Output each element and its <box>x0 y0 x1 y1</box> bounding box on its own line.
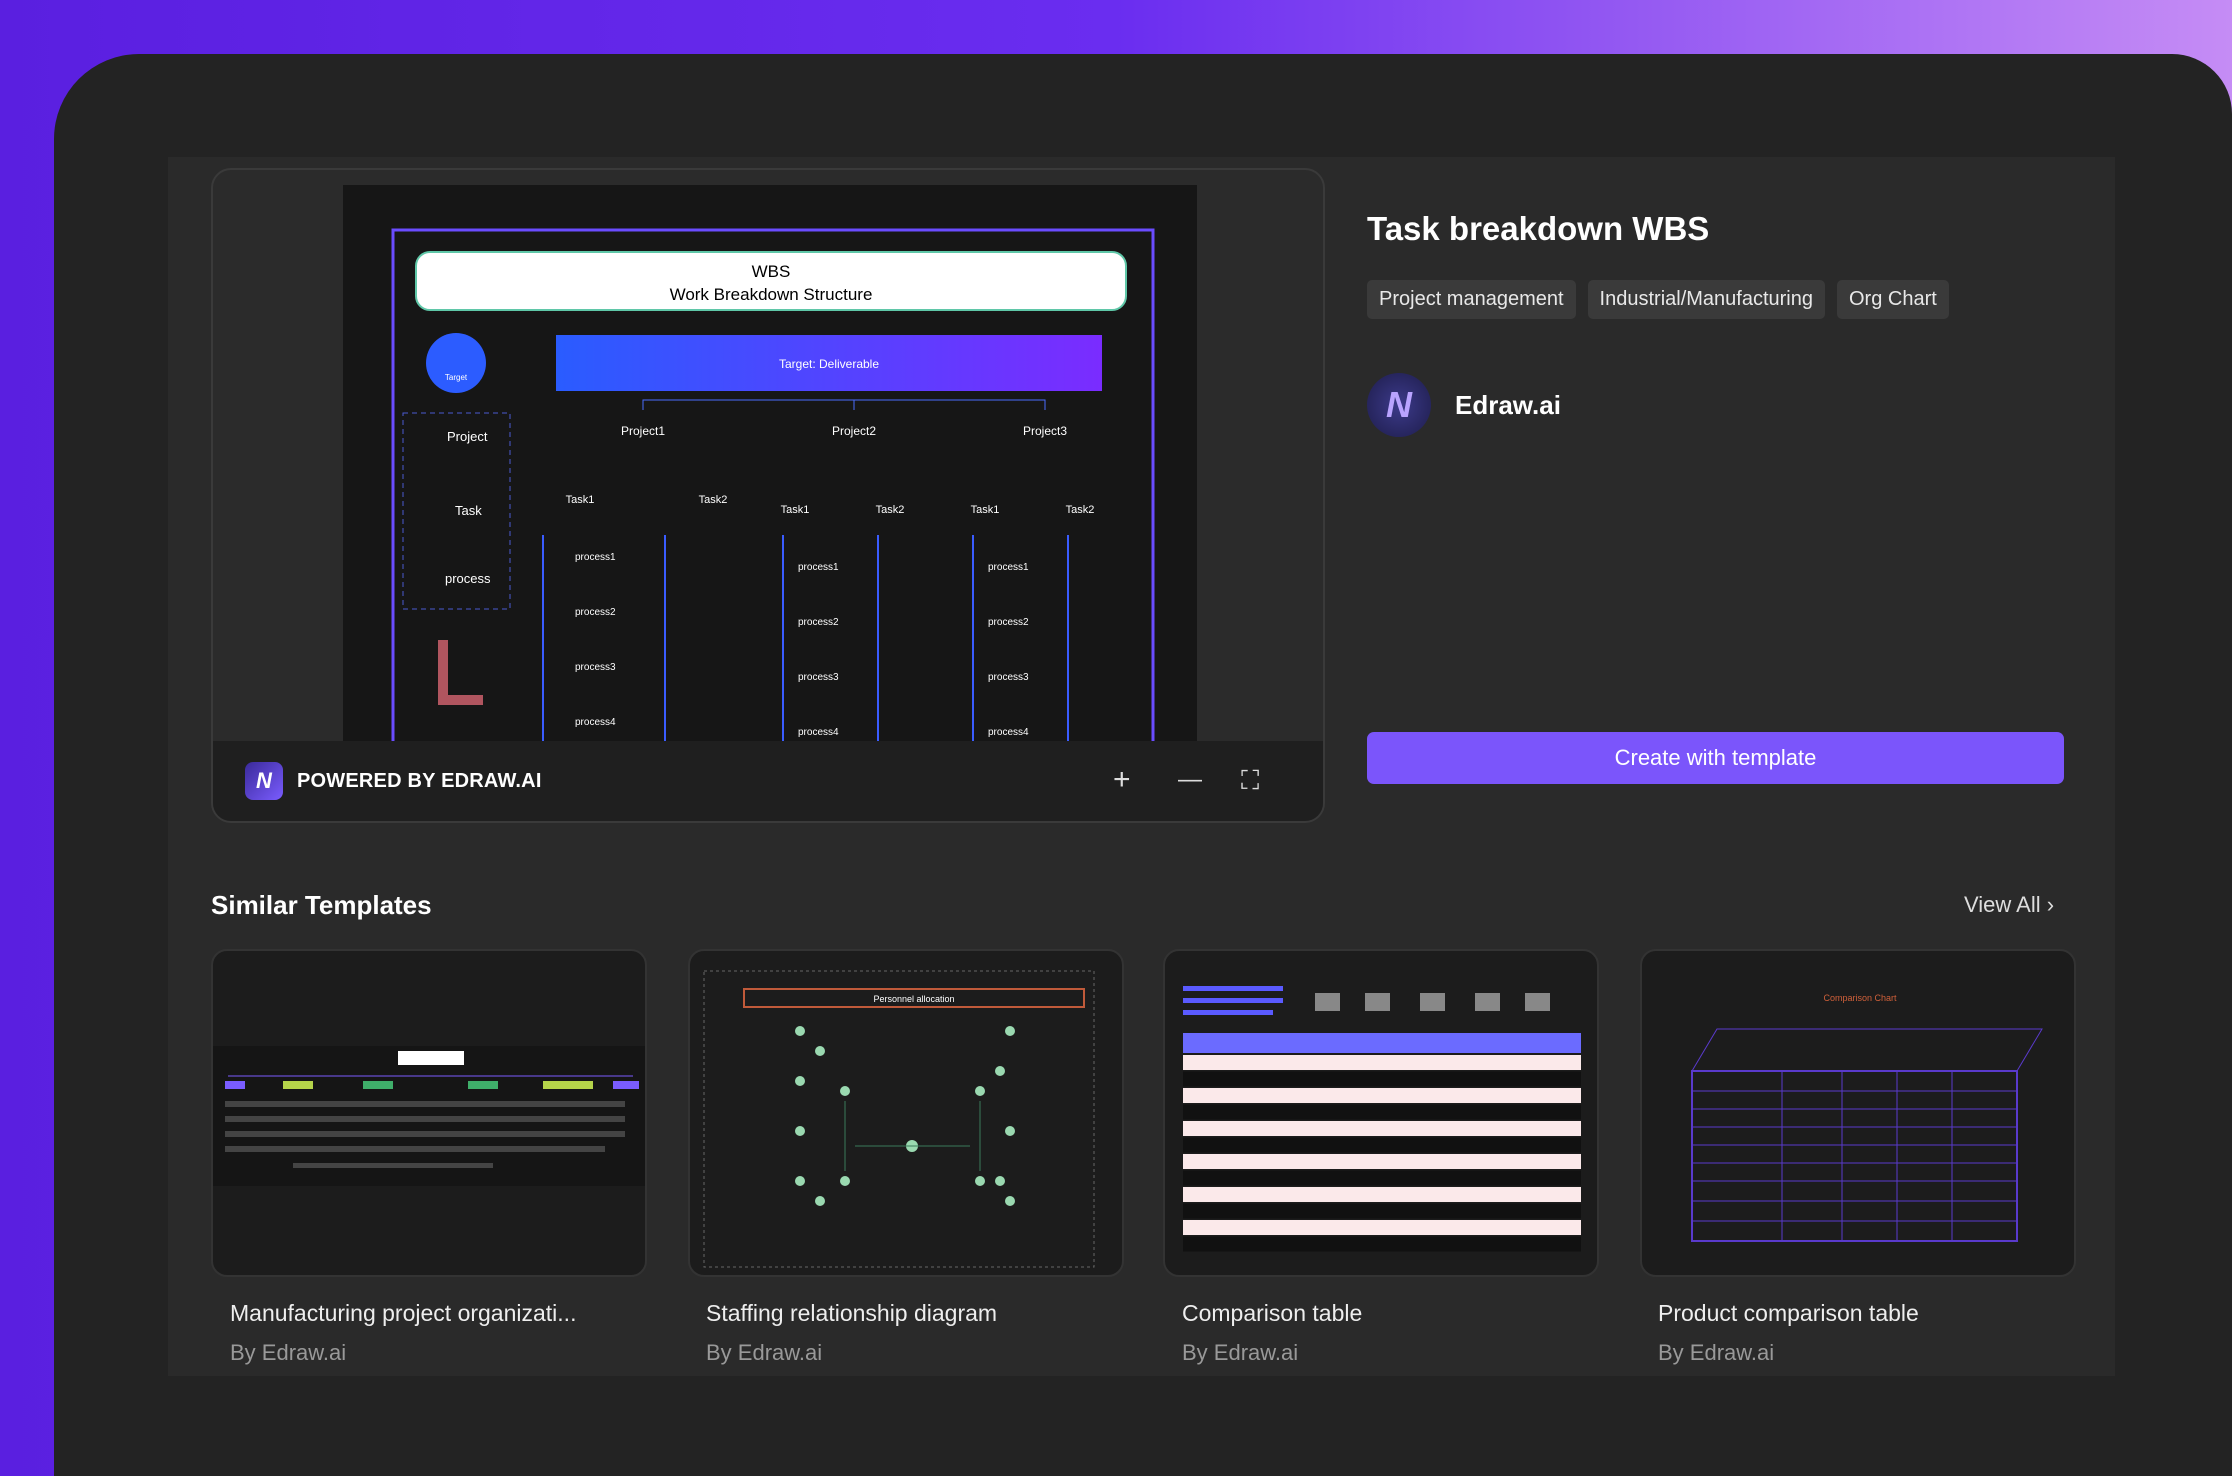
thumb-table-row <box>1183 1220 1581 1235</box>
thumb-table-row <box>1183 1104 1581 1120</box>
tag[interactable]: Project management <box>1367 280 1576 319</box>
zoom-in-button[interactable]: + <box>1113 765 1131 795</box>
thumb-table-row <box>1183 1071 1581 1087</box>
template-card[interactable]: Personnel allocation <box>688 949 1124 1277</box>
thumb-table-row <box>1183 1055 1581 1070</box>
template-preview: WBS Work Breakdown Structure Target: Del… <box>211 168 1325 823</box>
similar-templates-heading: Similar Templates <box>211 890 432 920</box>
process-node: process2 <box>798 617 839 628</box>
avatar: N <box>1367 373 1431 437</box>
thumb-title: Comparison Chart <box>1823 993 1897 1003</box>
template-card[interactable]: Comparison Chart <box>1640 949 2076 1277</box>
thumb-table-row <box>1183 1236 1581 1252</box>
template-card[interactable] <box>1163 949 1599 1277</box>
author-name: Edraw.ai <box>1455 389 1561 420</box>
process-node: process2 <box>575 607 616 618</box>
thumb-title: Personnel allocation <box>873 994 954 1004</box>
task-node: Task1 <box>971 504 1000 516</box>
card-author: By Edraw.ai <box>706 1340 823 1365</box>
process-node: process3 <box>575 662 616 673</box>
template-title: Task breakdown WBS <box>1367 210 1710 247</box>
tag[interactable]: Industrial/Manufacturing <box>1587 280 1825 319</box>
template-card[interactable] <box>211 949 647 1277</box>
diagram-target: Target: Deliverable <box>779 357 879 371</box>
create-with-template-button[interactable]: Create with template <box>1367 732 2064 784</box>
process-node: process1 <box>575 552 616 563</box>
fullscreen-icon[interactable]: ⛶ <box>1241 765 1259 795</box>
view-all-link[interactable]: View All › <box>1964 892 2054 918</box>
task-node: Task1 <box>566 494 595 506</box>
diagram-subtitle: Work Breakdown Structure <box>670 285 873 304</box>
legend-project: Project <box>447 429 488 444</box>
task-node: Task2 <box>699 494 728 506</box>
diagram-title: WBS <box>752 262 791 281</box>
card-thumbnail <box>1183 986 1581 1252</box>
tag[interactable]: Org Chart <box>1837 280 1949 319</box>
thumb-table-row <box>1183 1203 1581 1219</box>
view-all-label: View All <box>1964 892 2041 917</box>
card-author: By Edraw.ai <box>1182 1340 1299 1365</box>
process-node: process3 <box>988 672 1029 683</box>
process-node: process1 <box>988 562 1029 573</box>
target-icon: Target <box>445 373 468 382</box>
thumb-table-row <box>1183 1154 1581 1169</box>
edraw-logo-icon: N <box>245 762 283 800</box>
author[interactable]: N Edraw.ai <box>1367 373 1561 437</box>
legend-process: process <box>445 571 491 586</box>
card-title[interactable]: Comparison table <box>1182 1300 1362 1327</box>
process-node: process2 <box>988 617 1029 628</box>
process-node: process1 <box>798 562 839 573</box>
project-node: Project1 <box>621 424 665 438</box>
task-node: Task1 <box>781 504 810 516</box>
project-node: Project3 <box>1023 424 1067 438</box>
legend-task: Task <box>455 503 482 518</box>
task-node: Task2 <box>1066 504 1095 516</box>
thumb-table-row <box>1183 1121 1581 1136</box>
thumb-table-row <box>1183 1137 1581 1153</box>
zoom-out-button[interactable]: — <box>1178 765 1202 795</box>
project-node: Project2 <box>832 424 876 438</box>
card-thumbnail: Comparison Chart <box>1691 993 2043 1242</box>
chevron-right-icon: › <box>2046 892 2055 917</box>
tag-list: Project management Industrial/Manufactur… <box>1367 280 1949 319</box>
process-node: process4 <box>575 717 616 728</box>
process-node: process3 <box>798 672 839 683</box>
card-title[interactable]: Manufacturing project organizati... <box>230 1300 576 1327</box>
task-node: Task2 <box>876 504 905 516</box>
card-title[interactable]: Product comparison table <box>1658 1300 1919 1327</box>
card-author: By Edraw.ai <box>230 1340 347 1365</box>
wbs-diagram-canvas[interactable]: WBS Work Breakdown Structure Target: Del… <box>343 185 1197 745</box>
thumb-table-row <box>1183 1187 1581 1202</box>
card-author: By Edraw.ai <box>1658 1340 1775 1365</box>
powered-by-label: POWERED BY EDRAW.AI <box>297 769 542 792</box>
card-title[interactable]: Staffing relationship diagram <box>706 1300 997 1327</box>
process-node: process4 <box>988 727 1029 738</box>
card-thumbnail: Personnel allocation <box>703 970 1095 1268</box>
thumb-table-row <box>1183 1088 1581 1103</box>
process-node: process4 <box>798 727 839 738</box>
preview-toolbar: N POWERED BY EDRAW.AI + — ⛶ <box>213 741 1323 821</box>
thumb-table-row <box>1183 1170 1581 1186</box>
card-thumbnail <box>213 1046 645 1186</box>
